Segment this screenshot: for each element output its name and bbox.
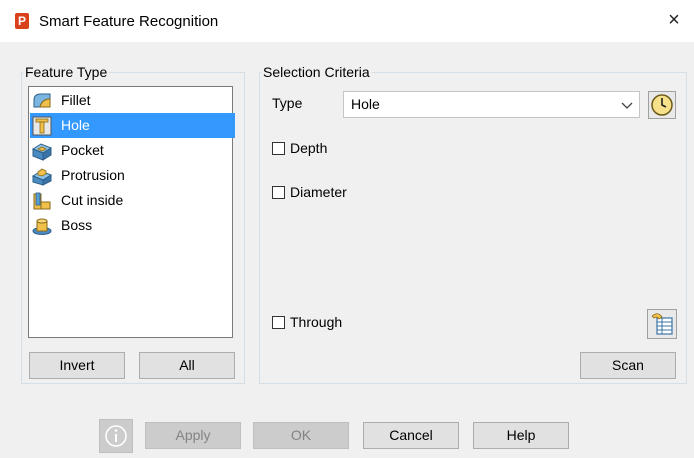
feature-type-list[interactable]: Fillet Hole Pocket Protrusion Cut inside… bbox=[28, 86, 236, 338]
list-item-fillet[interactable]: Fillet bbox=[30, 88, 236, 113]
list-item-label: Cut inside bbox=[61, 192, 124, 208]
cancel-button[interactable]: Cancel bbox=[363, 422, 459, 449]
depth-checkbox-box[interactable] bbox=[272, 142, 285, 155]
type-label: Type bbox=[272, 95, 303, 111]
scan-button[interactable]: Scan bbox=[580, 352, 676, 379]
list-item-pocket[interactable]: Pocket bbox=[30, 138, 236, 163]
list-item-boss[interactable]: Boss bbox=[30, 213, 236, 238]
list-item-label: Hole bbox=[61, 117, 90, 133]
list-item-label: Fillet bbox=[61, 92, 91, 108]
ok-button[interactable]: OK bbox=[253, 422, 349, 449]
clock-icon bbox=[651, 94, 673, 116]
protrusion-icon bbox=[32, 168, 52, 186]
list-item-protrusion[interactable]: Protrusion bbox=[30, 163, 236, 188]
list-item-cut-inside[interactable]: Cut inside bbox=[30, 188, 236, 213]
cut-inside-icon bbox=[33, 192, 51, 210]
all-button[interactable]: All bbox=[139, 352, 235, 379]
diameter-checkbox-box[interactable] bbox=[272, 186, 285, 199]
type-select-value: Hole bbox=[351, 96, 380, 112]
window-title: Smart Feature Recognition bbox=[39, 13, 219, 30]
clock-button[interactable] bbox=[648, 91, 676, 119]
list-item-label: Protrusion bbox=[61, 167, 125, 183]
through-checkbox-box[interactable] bbox=[272, 316, 285, 329]
info-icon bbox=[105, 425, 127, 447]
fillet-icon bbox=[33, 93, 51, 108]
through-options-button[interactable] bbox=[647, 309, 677, 339]
invert-button[interactable]: Invert bbox=[29, 352, 125, 379]
feature-type-legend: Feature Type bbox=[25, 64, 108, 80]
close-icon[interactable]: × bbox=[660, 6, 688, 34]
list-item-label: Boss bbox=[61, 217, 93, 233]
chevron-down-icon bbox=[621, 102, 633, 109]
table-settings-icon bbox=[651, 313, 673, 335]
list-item-label: Pocket bbox=[61, 142, 104, 158]
list-item-hole[interactable]: Hole bbox=[30, 113, 235, 138]
title-bar: P Smart Feature Recognition × bbox=[0, 0, 694, 42]
app-icon: P bbox=[15, 13, 29, 29]
boss-icon bbox=[32, 218, 52, 235]
apply-button[interactable]: Apply bbox=[145, 422, 241, 449]
help-button[interactable]: Help bbox=[473, 422, 569, 449]
type-select[interactable]: Hole bbox=[343, 91, 640, 118]
pocket-icon bbox=[32, 143, 52, 161]
info-button[interactable] bbox=[99, 419, 133, 453]
through-label: Through bbox=[290, 314, 343, 330]
selection-criteria-legend: Selection Criteria bbox=[263, 64, 370, 80]
hole-icon bbox=[32, 116, 52, 136]
diameter-label: Diameter bbox=[290, 184, 347, 200]
depth-label: Depth bbox=[290, 140, 328, 156]
